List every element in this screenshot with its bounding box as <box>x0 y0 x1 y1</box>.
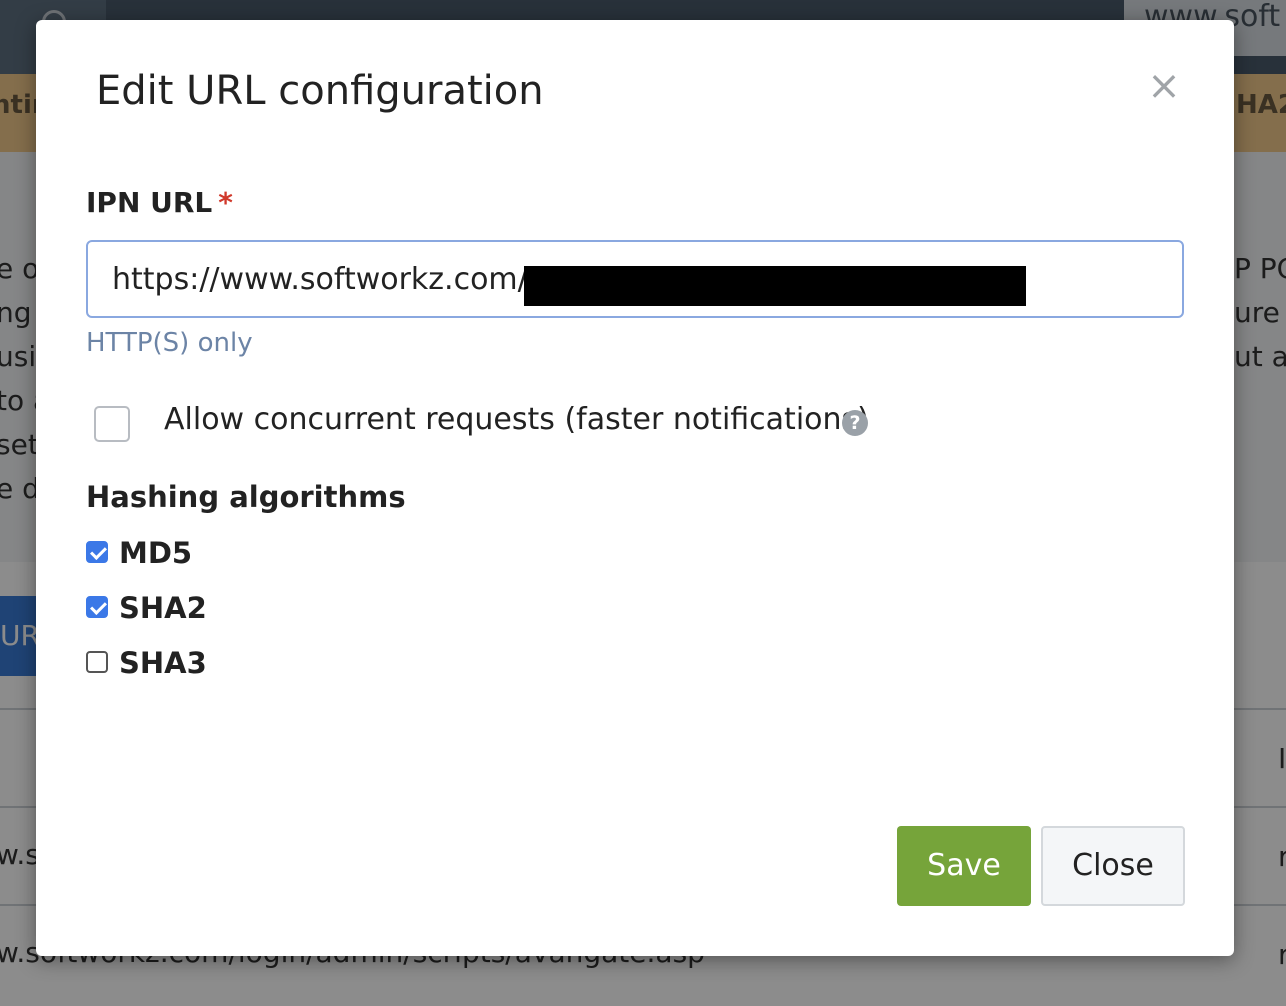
required-marker: * <box>218 186 233 219</box>
ipn-url-label: IPN URL * <box>86 186 233 219</box>
ipn-url-input[interactable]: https://www.softworkz.com/ <box>86 240 1184 318</box>
hashing-algorithms-heading: Hashing algorithms <box>86 480 406 514</box>
dialog-title: Edit URL configuration <box>96 68 544 114</box>
sha3-checkbox[interactable] <box>86 651 108 673</box>
ipn-url-value: https://www.softworkz.com/ <box>112 262 528 297</box>
sha3-label[interactable]: SHA3 <box>119 646 207 680</box>
save-button[interactable]: Save <box>897 826 1031 906</box>
redacted-url-path <box>524 266 1026 306</box>
edit-url-dialog: Edit URL configuration × IPN URL * https:… <box>36 20 1234 956</box>
md5-checkbox[interactable] <box>86 541 108 563</box>
concurrent-requests-label[interactable]: Allow concurrent requests (faster notifi… <box>164 402 869 437</box>
sha2-checkbox[interactable] <box>86 596 108 618</box>
md5-label[interactable]: MD5 <box>119 536 192 570</box>
close-icon[interactable]: × <box>1146 64 1182 108</box>
ipn-url-help-text: HTTP(S) only <box>86 328 253 358</box>
ipn-url-label-text: IPN URL <box>86 186 213 219</box>
concurrent-requests-checkbox[interactable] <box>94 406 130 442</box>
question-icon[interactable]: ? <box>842 410 868 436</box>
sha2-label[interactable]: SHA2 <box>119 591 207 625</box>
close-button[interactable]: Close <box>1041 826 1185 906</box>
